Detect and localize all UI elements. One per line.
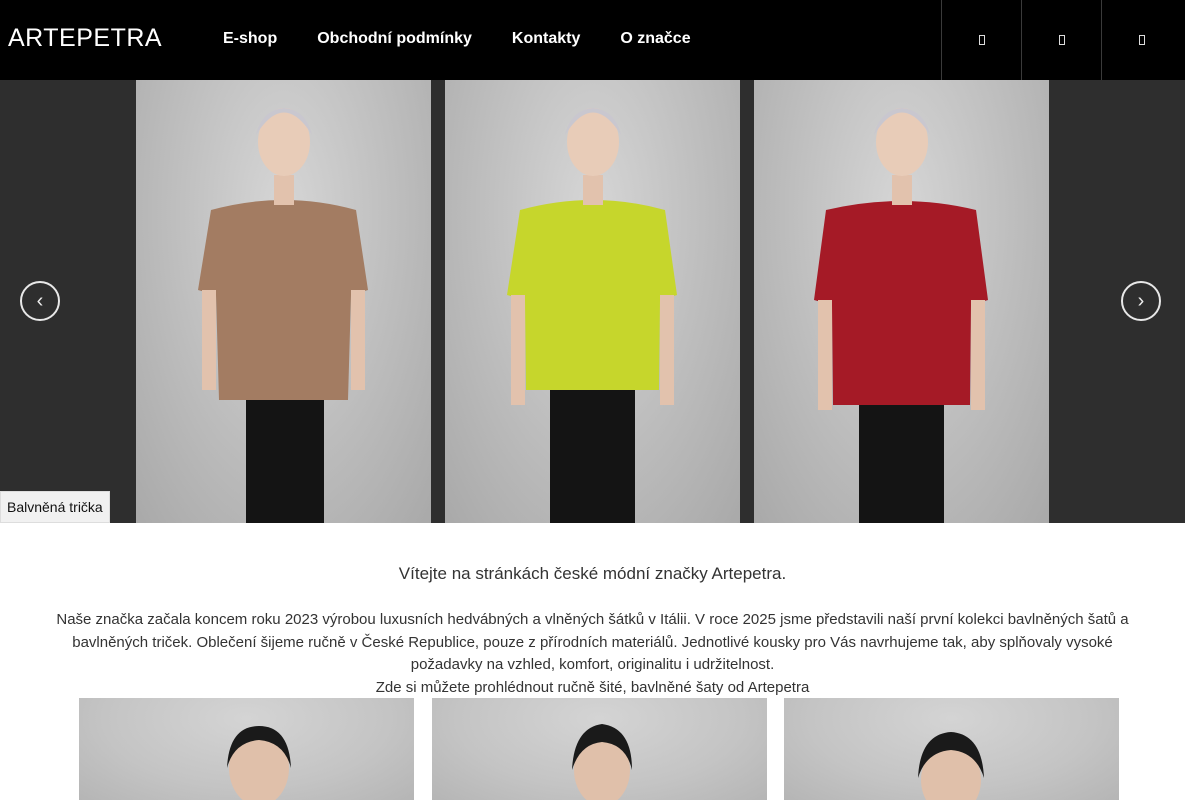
product-thumb-2[interactable] bbox=[432, 698, 767, 800]
nav-kontakty[interactable]: Kontakty bbox=[512, 30, 580, 48]
main-nav: E-shop Obchodní podmínky Kontakty O znač… bbox=[223, 30, 731, 48]
chevron-left-icon: ‹ bbox=[36, 289, 44, 312]
user-icon bbox=[1058, 35, 1065, 45]
intro-text: Naše značka začala koncem roku 2023 výro… bbox=[38, 609, 1147, 699]
slide-caption[interactable]: Balvněná trička bbox=[0, 491, 110, 523]
cart-button[interactable] bbox=[1101, 0, 1181, 80]
slider-prev-button[interactable]: ‹ bbox=[20, 281, 60, 321]
welcome-heading: Vítejte na stránkách české módní značky … bbox=[398, 564, 787, 583]
nav-o-znacce[interactable]: O značce bbox=[620, 30, 690, 48]
slide-image-2[interactable] bbox=[445, 80, 740, 523]
search-button[interactable] bbox=[941, 0, 1021, 80]
chevron-right-icon: › bbox=[1137, 289, 1145, 312]
product-thumb-1[interactable] bbox=[79, 698, 414, 800]
scrollbar-track[interactable] bbox=[1185, 0, 1200, 800]
shirt bbox=[507, 200, 677, 390]
site-header: ARTEPETRA E-shop Obchodní podmínky Konta… bbox=[0, 0, 1185, 80]
nav-eshop[interactable]: E-shop bbox=[223, 30, 277, 48]
product-thumbnails bbox=[0, 698, 1185, 800]
slider-next-button[interactable]: › bbox=[1121, 281, 1161, 321]
slide-image-3[interactable] bbox=[754, 80, 1049, 523]
dresses-line: Zde si můžete prohlédnout ručně šité, ba… bbox=[375, 678, 810, 696]
logo[interactable]: ARTEPETRA bbox=[8, 24, 162, 53]
account-button[interactable] bbox=[1021, 0, 1101, 80]
hero-slider: ‹ › Balvněná trička bbox=[0, 80, 1185, 523]
intro-paragraph: Naše značka začala koncem roku 2023 výro… bbox=[56, 611, 1129, 673]
slide-image-1[interactable] bbox=[136, 80, 431, 523]
shirt bbox=[198, 200, 368, 400]
cart-icon bbox=[1138, 35, 1145, 45]
nav-obchodni-podminky[interactable]: Obchodní podmínky bbox=[317, 30, 472, 48]
product-thumb-3[interactable] bbox=[784, 698, 1119, 800]
search-icon bbox=[978, 35, 985, 45]
shirt bbox=[814, 201, 988, 405]
